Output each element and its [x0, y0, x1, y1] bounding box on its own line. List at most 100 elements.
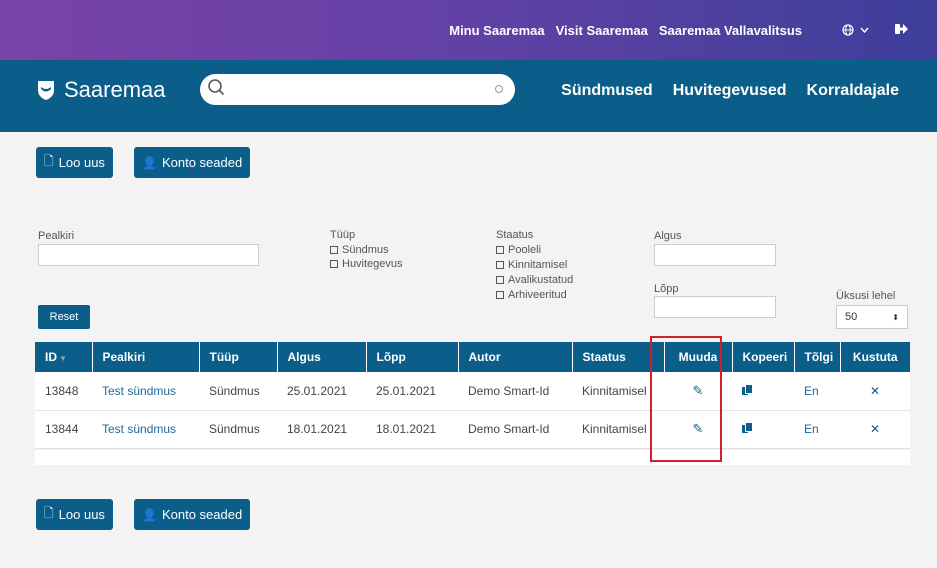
- close-icon[interactable]: ✕: [870, 422, 880, 436]
- cell-start: 25.01.2021: [287, 383, 348, 398]
- checkbox[interactable]: [496, 246, 504, 254]
- cell-end: 18.01.2021: [376, 422, 437, 436]
- new-item-button[interactable]: 🗋 Loo uus: [36, 147, 113, 178]
- account-settings-label: Konto seaded: [161, 155, 243, 170]
- cell-title-link[interactable]: Test sündmus: [92, 410, 199, 448]
- link-minu-saaremaa[interactable]: Minu Saaremaa: [449, 23, 544, 38]
- option-label: Arhiveeritud: [508, 289, 567, 301]
- checkbox[interactable]: [496, 291, 504, 299]
- header-label: ID: [45, 350, 57, 364]
- table-row: 13848 Test sündmus Sündmus 25.01.2021 25…: [35, 372, 910, 410]
- status-option-avalikustatud[interactable]: Avalikustatud: [496, 274, 573, 286]
- cell-id: 13844: [45, 422, 79, 436]
- cell-status: Kinnitamisel: [582, 422, 647, 436]
- edit-cell: ✎: [664, 410, 732, 448]
- checkbox[interactable]: [330, 260, 338, 268]
- status-option-pooleli[interactable]: Pooleli: [496, 244, 541, 256]
- checkbox[interactable]: [496, 276, 504, 284]
- search-box[interactable]: [200, 74, 515, 105]
- option-label: Kinnitamisel: [508, 259, 568, 271]
- search-submit-icon[interactable]: [495, 85, 503, 93]
- cell-author: Demo Smart-Id: [468, 422, 550, 436]
- col-type[interactable]: Tüüp: [199, 342, 278, 372]
- search-icon: [208, 79, 225, 96]
- cell-type: Sündmus: [209, 422, 260, 436]
- account-settings-button[interactable]: 👤 Konto seaded: [134, 147, 251, 178]
- cell-type: Sündmus: [209, 383, 260, 398]
- account-settings-label: Konto seaded: [161, 507, 243, 522]
- col-start[interactable]: Algus: [277, 342, 367, 372]
- start-date-input[interactable]: [654, 244, 776, 266]
- link-visit-saaremaa[interactable]: Visit Saaremaa: [556, 23, 648, 38]
- start-date-label: Algus: [654, 230, 682, 242]
- cell-title-link[interactable]: Test sündmus: [92, 372, 199, 410]
- logout-button[interactable]: [895, 22, 909, 39]
- reset-button[interactable]: Reset: [38, 305, 90, 329]
- nav-sundmused[interactable]: Sündmused: [561, 82, 653, 100]
- type-option-sundmus[interactable]: Sündmus: [330, 244, 388, 256]
- delete-cell: ✕: [840, 372, 910, 410]
- title-filter-label: Pealkiri: [38, 230, 75, 242]
- type-option-huvitegevus[interactable]: Huvitegevus: [330, 258, 403, 270]
- chevron-down-icon: [860, 27, 869, 33]
- type-filter-label: Tüüp: [330, 229, 356, 241]
- delete-cell: ✕: [840, 410, 910, 448]
- col-delete: Kustuta: [852, 350, 898, 364]
- close-icon[interactable]: ✕: [870, 384, 880, 398]
- checkbox[interactable]: [330, 246, 338, 254]
- col-edit: Muuda: [664, 342, 733, 372]
- file-icon: 🗋: [44, 154, 54, 168]
- user-icon: 👤: [142, 507, 157, 522]
- shield-icon: [38, 81, 54, 100]
- per-page-select[interactable]: 50 ⬍: [836, 305, 908, 329]
- copy-cell: [732, 410, 794, 448]
- option-label: Sündmus: [342, 244, 389, 256]
- col-translate: Tõlgi: [794, 342, 841, 372]
- col-copy: Kopeeri: [732, 342, 795, 372]
- account-settings-button-bottom[interactable]: 👤 Konto seaded: [134, 499, 251, 530]
- language-selector[interactable]: [842, 24, 869, 36]
- new-item-label: Loo uus: [58, 155, 105, 170]
- end-date-input[interactable]: [654, 296, 776, 318]
- col-author[interactable]: Autor: [458, 342, 573, 372]
- cell-status: Kinnitamisel: [582, 383, 647, 398]
- site-logo[interactable]: Saaremaa: [36, 77, 166, 103]
- cell-end: 25.01.2021: [376, 383, 437, 398]
- checkbox[interactable]: [496, 261, 504, 269]
- title-filter-input[interactable]: [38, 244, 259, 266]
- translate-link[interactable]: En: [794, 410, 840, 448]
- option-label: Pooleli: [508, 244, 542, 256]
- col-end[interactable]: Lõpp: [366, 342, 459, 372]
- cell-author: Demo Smart-Id: [468, 383, 550, 398]
- table-header-row: ID ▼ Pealkiri Tüüp Algus Lõpp Autor Staat…: [35, 342, 910, 372]
- nav-huvitegevused[interactable]: Huvitegevused: [673, 82, 787, 100]
- table-footer: [35, 450, 910, 465]
- pencil-icon[interactable]: ✎: [693, 383, 704, 398]
- sort-arrows-icon: ⬍: [892, 312, 899, 322]
- file-icon: 🗋: [44, 506, 54, 520]
- cell-id: 13848: [45, 383, 79, 398]
- globe-icon: [842, 24, 854, 36]
- sort-down-icon: ▼: [59, 354, 67, 363]
- top-bar: Minu Saaremaa Visit Saaremaa Saaremaa Va…: [0, 0, 937, 60]
- option-label: Avalikustatud: [508, 274, 574, 286]
- translate-link[interactable]: En: [794, 372, 840, 410]
- status-option-kinnitamisel[interactable]: Kinnitamisel: [496, 259, 567, 271]
- col-id[interactable]: ID ▼: [35, 342, 93, 372]
- events-table: ID ▼ Pealkiri Tüüp Algus Lõpp Autor Staat…: [35, 342, 910, 449]
- new-item-button-bottom[interactable]: 🗋 Loo uus: [36, 499, 113, 530]
- link-saaremaa-vallavalitsus[interactable]: Saaremaa Vallavalitsus: [659, 23, 802, 38]
- col-status[interactable]: Staatus: [572, 342, 665, 372]
- per-page-value: 50: [845, 311, 858, 323]
- edit-cell: ✎: [664, 372, 732, 410]
- pencil-icon[interactable]: ✎: [693, 421, 704, 436]
- user-icon: 👤: [142, 155, 157, 170]
- copy-icon[interactable]: [742, 384, 752, 395]
- cell-start: 18.01.2021: [287, 422, 348, 436]
- end-date-label: Lõpp: [654, 283, 679, 295]
- copy-icon[interactable]: [742, 423, 752, 433]
- status-option-arhiveeritud[interactable]: Arhiveeritud: [496, 289, 567, 301]
- nav-korraldajale[interactable]: Korraldajale: [807, 82, 899, 100]
- copy-cell: [732, 372, 794, 410]
- col-title[interactable]: Pealkiri: [92, 342, 200, 372]
